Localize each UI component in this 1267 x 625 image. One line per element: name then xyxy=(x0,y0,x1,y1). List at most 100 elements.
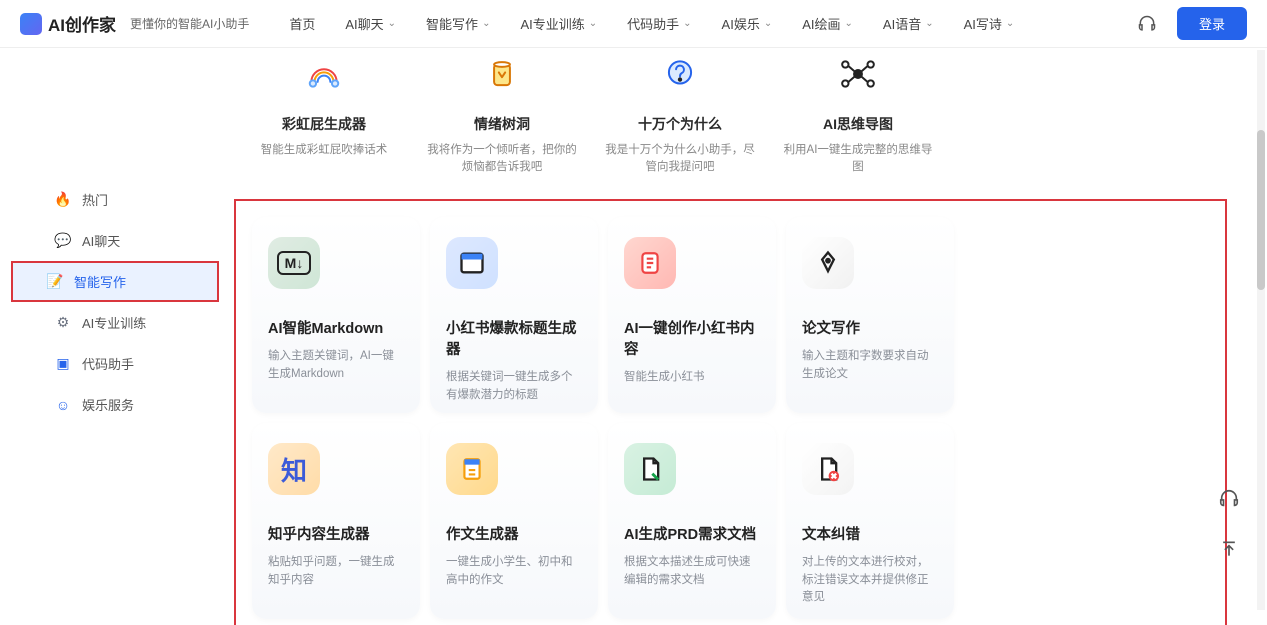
mini-card-title: 十万个为什么 xyxy=(602,114,758,134)
card-icon xyxy=(624,443,676,495)
back-to-top-button[interactable] xyxy=(1213,533,1245,565)
nav-item-3[interactable]: AI专业训练⌄ xyxy=(520,14,597,33)
card-title: 论文写作 xyxy=(802,317,938,338)
nav-item-7[interactable]: AI语音⌄ xyxy=(883,14,934,33)
card-desc: 输入主题关键词，AI一键生成Markdown xyxy=(268,348,404,383)
card-desc: 粘贴知乎问题，一键生成知乎内容 xyxy=(268,554,404,589)
brand-name: AI创作家 xyxy=(48,11,116,36)
sidebar-icon: ▣ xyxy=(54,355,72,373)
login-button[interactable]: 登录 xyxy=(1177,7,1247,40)
nav-item-2[interactable]: 智能写作⌄ xyxy=(426,14,490,33)
tagline: 更懂你的智能AI小助手 xyxy=(130,15,249,32)
chevron-down-icon: ⌄ xyxy=(845,18,853,29)
mini-card-title: 情绪树洞 xyxy=(424,114,580,134)
card-desc: 输入主题和字数要求自动生成论文 xyxy=(802,348,938,383)
card-grid: M↓ AI智能Markdown 输入主题关键词，AI一键生成Markdown 小红书爆… xyxy=(252,217,1219,619)
sidebar-icon: ⚙ xyxy=(54,314,72,332)
tool-card-3[interactable]: 论文写作输入主题和字数要求自动生成论文 xyxy=(786,217,954,413)
chevron-down-icon: ⌄ xyxy=(925,18,933,29)
sidebar-item-0[interactable]: 🔥 热门 xyxy=(16,180,214,219)
mini-card-0[interactable]: 彩虹屁生成器智能生成彩虹屁吹捧话术 xyxy=(240,48,408,179)
nav-item-4[interactable]: 代码助手⌄ xyxy=(627,14,691,33)
card-title: AI一键创作小红书内容 xyxy=(624,317,760,359)
mini-card-2[interactable]: 十万个为什么我是十万个为什么小助手，尽管向我提问吧 xyxy=(596,48,764,179)
sidebar-item-label: 智能写作 xyxy=(74,272,126,291)
support-float-button[interactable] xyxy=(1213,483,1245,515)
card-icon: 知 xyxy=(268,443,320,495)
sidebar-item-label: AI聊天 xyxy=(82,231,120,250)
support-icon[interactable] xyxy=(1137,14,1157,34)
logo-icon xyxy=(20,13,42,35)
sidebar-item-3[interactable]: ⚙ AI专业训练 xyxy=(16,303,214,342)
sidebar-item-2[interactable]: 📝 智能写作 xyxy=(12,262,218,301)
top-nav: 首页 AI聊天⌄ 智能写作⌄ AI专业训练⌄ 代码助手⌄ AI娱乐⌄ AI绘画⌄ AI语音⌄ A… xyxy=(289,14,1014,33)
card-icon: M↓ xyxy=(268,237,320,289)
nav-item-1[interactable]: AI聊天⌄ xyxy=(345,14,396,33)
tool-card-2[interactable]: AI一键创作小红书内容智能生成小红书 xyxy=(608,217,776,413)
header-right: 登录 xyxy=(1137,7,1247,40)
card-title: 作文生成器 xyxy=(446,523,582,544)
sidebar-icon: 🔥 xyxy=(54,191,72,209)
mini-card-desc: 智能生成彩虹屁吹捧话术 xyxy=(246,142,402,159)
tool-card-7[interactable]: 文本纠错对上传的文本进行校对，标注错误文本并提供修正意见 xyxy=(786,423,954,619)
card-desc: 根据关键词一键生成多个有爆款潜力的标题 xyxy=(446,369,582,404)
sidebar-item-label: 娱乐服务 xyxy=(82,395,134,414)
nav-item-5[interactable]: AI娱乐⌄ xyxy=(722,14,773,33)
card-icon xyxy=(446,443,498,495)
card-title: 文本纠错 xyxy=(802,523,938,544)
card-desc: 智能生成小红书 xyxy=(624,369,760,386)
scrollbar-thumb[interactable] xyxy=(1257,130,1265,290)
sidebar-item-1[interactable]: 💬 AI聊天 xyxy=(16,221,214,260)
mini-card-desc: 我是十万个为什么小助手，尽管向我提问吧 xyxy=(602,142,758,175)
chevron-down-icon: ⌄ xyxy=(683,18,691,29)
tool-card-5[interactable]: 作文生成器一键生成小学生、初中和高中的作文 xyxy=(430,423,598,619)
chevron-down-icon: ⌄ xyxy=(482,18,490,29)
nav-item-6[interactable]: AI绘画⌄ xyxy=(802,14,853,33)
card-title: 知乎内容生成器 xyxy=(268,523,404,544)
nav-item-0[interactable]: 首页 xyxy=(289,14,315,33)
sidebar-icon: 💬 xyxy=(54,232,72,250)
mindmap-icon xyxy=(836,52,880,96)
chevron-down-icon: ⌄ xyxy=(1006,18,1014,29)
card-icon xyxy=(802,237,854,289)
top-header: AI创作家 更懂你的智能AI小助手 首页 AI聊天⌄ 智能写作⌄ AI专业训练⌄ 代码助… xyxy=(0,0,1267,48)
tool-card-0[interactable]: M↓ AI智能Markdown 输入主题关键词，AI一键生成Markdown xyxy=(252,217,420,413)
card-desc: 对上传的文本进行校对，标注错误文本并提供修正意见 xyxy=(802,554,938,606)
tool-card-4[interactable]: 知知乎内容生成器粘贴知乎问题，一键生成知乎内容 xyxy=(252,423,420,619)
card-desc: 根据文本描述生成可快速编辑的需求文档 xyxy=(624,554,760,589)
rainbow-icon xyxy=(302,52,346,96)
question-icon xyxy=(658,52,702,96)
tool-card-6[interactable]: AI生成PRD需求文档根据文本描述生成可快速编辑的需求文档 xyxy=(608,423,776,619)
brand-logo[interactable]: AI创作家 xyxy=(20,11,116,36)
card-icon xyxy=(624,237,676,289)
sidebar-icon: ☺ xyxy=(54,396,72,414)
card-icon xyxy=(446,237,498,289)
highlighted-section: M↓ AI智能Markdown 输入主题关键词，AI一键生成Markdown 小红书爆… xyxy=(234,199,1227,625)
mini-card-3[interactable]: AI思维导图利用AI一键生成完整的思维导图 xyxy=(774,48,942,179)
mini-card-title: 彩虹屁生成器 xyxy=(246,114,402,134)
card-icon xyxy=(802,443,854,495)
card-title: AI智能Markdown xyxy=(268,317,404,338)
sidebar-icon: 📝 xyxy=(46,273,64,291)
top-card-row: 彩虹屁生成器智能生成彩虹屁吹捧话术情绪树洞我将作为一个倾听者，把你的烦恼都告诉我… xyxy=(240,48,1227,179)
card-title: AI生成PRD需求文档 xyxy=(624,523,760,544)
sidebar-item-4[interactable]: ▣ 代码助手 xyxy=(16,344,214,383)
card-desc: 一键生成小学生、初中和高中的作文 xyxy=(446,554,582,589)
sidebar-item-label: 代码助手 xyxy=(82,354,134,373)
mini-card-desc: 利用AI一键生成完整的思维导图 xyxy=(780,142,936,175)
chevron-down-icon: ⌄ xyxy=(388,18,396,29)
sidebar: 🔥 热门 💬 AI聊天 📝 智能写作 ⚙ AI专业训练 ▣ 代码助手 ☺ 娱乐服务 xyxy=(0,48,230,625)
nav-item-8[interactable]: AI写诗⌄ xyxy=(964,14,1015,33)
sidebar-item-label: AI专业训练 xyxy=(82,313,146,332)
content-area: 彩虹屁生成器智能生成彩虹屁吹捧话术情绪树洞我将作为一个倾听者，把你的烦恼都告诉我… xyxy=(230,48,1267,625)
mini-card-title: AI思维导图 xyxy=(780,114,936,134)
mini-card-1[interactable]: 情绪树洞我将作为一个倾听者，把你的烦恼都告诉我吧 xyxy=(418,48,586,179)
chevron-down-icon: ⌄ xyxy=(589,18,597,29)
chevron-down-icon: ⌄ xyxy=(764,18,772,29)
cup-icon xyxy=(480,52,524,96)
tool-card-1[interactable]: 小红书爆款标题生成器根据关键词一键生成多个有爆款潜力的标题 xyxy=(430,217,598,413)
card-title: 小红书爆款标题生成器 xyxy=(446,317,582,359)
sidebar-item-5[interactable]: ☺ 娱乐服务 xyxy=(16,385,214,424)
sidebar-item-label: 热门 xyxy=(82,190,108,209)
float-buttons xyxy=(1213,483,1245,565)
